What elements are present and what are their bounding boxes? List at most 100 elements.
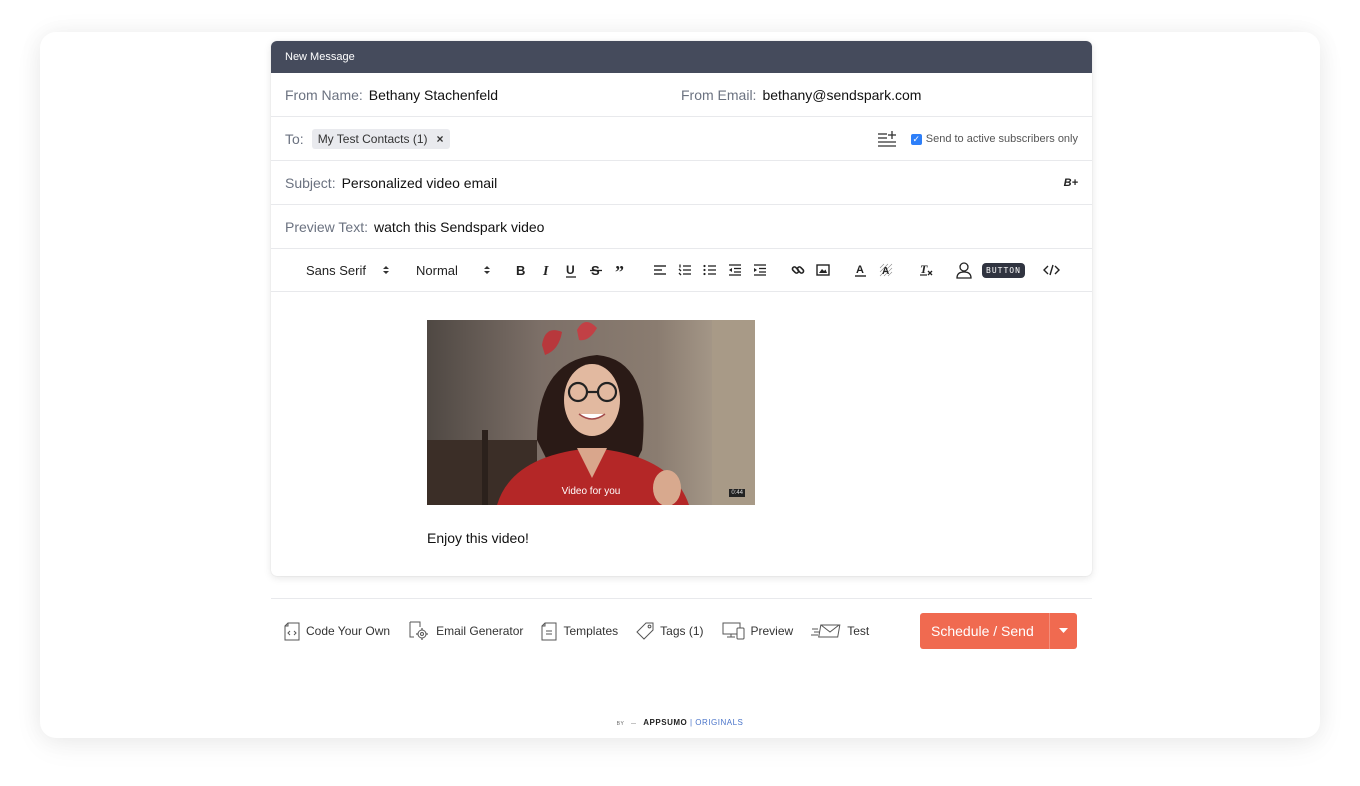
indent-icon (754, 264, 766, 276)
insert-link-button[interactable] (791, 249, 805, 291)
message-composer: New Message From Name: Bethany Stachenfe… (271, 41, 1092, 576)
personalize-button[interactable]: B+ (1064, 177, 1078, 189)
user-icon (956, 261, 972, 279)
bullet-list-button[interactable] (703, 249, 717, 291)
test-label: Test (847, 624, 870, 638)
template-icon (541, 622, 557, 640)
document-gear-icon (409, 621, 429, 640)
preview-text-label: Preview Text: (285, 218, 368, 235)
recipient-chip-label: My Test Contacts (1) (317, 131, 428, 146)
clear-format-icon: T (920, 263, 933, 276)
window-title: New Message (271, 41, 1092, 73)
test-button[interactable]: Test (811, 624, 869, 638)
caret-down-icon (1059, 628, 1068, 633)
from-email-label: From Email: (681, 86, 757, 103)
code-file-icon (284, 622, 300, 640)
align-left-icon (654, 265, 666, 275)
email-body-text[interactable]: Enjoy this video! (427, 530, 529, 546)
video-duration: 0:44 (729, 489, 745, 497)
to-options: ✓ Send to active subscribers only (877, 117, 1078, 161)
svg-text:A: A (856, 264, 864, 276)
footer-branding: BY — APPSUMO | ORIGINALS (0, 718, 1360, 727)
tag-icon (636, 622, 654, 640)
from-row: From Name: Bethany Stachenfeld From Emai… (271, 73, 1092, 117)
ordered-list-icon (678, 264, 691, 276)
link-icon (791, 266, 805, 274)
clear-format-button[interactable]: T (919, 249, 933, 291)
font-family-value: Sans Serif (306, 262, 366, 278)
footer-dash: — (631, 721, 637, 727)
text-color-icon: A (855, 264, 866, 277)
from-name-label: From Name: (285, 86, 363, 103)
svg-text:T: T (920, 263, 928, 276)
button-label: BUTTON (982, 262, 1025, 278)
align-button[interactable] (653, 249, 667, 291)
svg-text:U: U (566, 263, 575, 277)
underline-icon: U (566, 263, 576, 278)
bold-icon: B (516, 263, 525, 277)
video-thumbnail[interactable]: Video for you 0:44 (427, 320, 755, 505)
insert-button-button[interactable]: BUTTON (982, 249, 1025, 291)
composer-actions: Code Your Own Email Generator Templates … (284, 613, 887, 649)
subject-row: Subject: Personalized video email B+ (271, 161, 1092, 205)
strikethrough-button[interactable]: S (590, 249, 602, 291)
from-name-field[interactable]: From Name: Bethany Stachenfeld (285, 87, 681, 103)
font-family-select[interactable]: Sans Serif (306, 249, 390, 291)
ordered-list-button[interactable] (678, 249, 692, 291)
schedule-send-button[interactable]: Schedule / Send (920, 613, 1077, 649)
to-label: To: (285, 130, 304, 147)
subject-input[interactable]: Personalized video email (342, 175, 498, 191)
message-body-editor[interactable]: Video for you 0:44 Enjoy this video! (271, 292, 1092, 576)
from-email-field[interactable]: From Email: bethany@sendspark.com (681, 87, 1077, 103)
highlight-color-icon: A (879, 263, 893, 277)
active-subscribers-checkbox[interactable]: ✓ (910, 133, 922, 145)
quote-icon: ” (615, 263, 624, 277)
text-color-button[interactable]: A (854, 249, 867, 291)
code-your-own-button[interactable]: Code Your Own (284, 622, 390, 641)
code-icon (1043, 264, 1060, 276)
blockquote-button[interactable]: ” (615, 249, 628, 291)
add-list-icon[interactable] (877, 129, 897, 149)
originals-text: ORIGINALS (695, 718, 744, 727)
tags-button[interactable]: Tags (1) (636, 622, 704, 640)
image-icon (816, 264, 830, 276)
svg-text:B: B (516, 263, 525, 277)
send-options-dropdown[interactable] (1049, 613, 1077, 649)
personalize-field-button[interactable] (956, 249, 972, 291)
background-color-button[interactable]: A (879, 249, 893, 291)
to-row: To: My Test Contacts (1) × ✓ Send to act… (271, 117, 1092, 161)
preview-label: Preview (750, 624, 794, 638)
remove-recipient-icon[interactable]: × (437, 132, 444, 146)
subject-label: Subject: (285, 174, 336, 191)
email-generator-button[interactable]: Email Generator (408, 621, 523, 641)
select-arrows-icon (483, 266, 490, 274)
footer-by: BY (616, 721, 625, 727)
font-size-value: Normal (416, 262, 458, 278)
footer-separator: | (689, 718, 693, 727)
bold-button[interactable]: B (515, 249, 527, 291)
preview-button[interactable]: Preview (722, 622, 794, 640)
italic-button[interactable]: I (541, 249, 553, 291)
editor-toolbar: Sans Serif Normal B I U S ” (271, 249, 1092, 292)
outdent-button[interactable] (728, 249, 742, 291)
video-caption: Video for you (561, 486, 621, 497)
code-view-button[interactable] (1043, 249, 1060, 291)
underline-button[interactable]: U (565, 249, 578, 291)
active-subscribers-label: Send to active subscribers only (925, 133, 1078, 145)
schedule-send-label[interactable]: Schedule / Send (920, 623, 1049, 639)
strikethrough-icon: S (590, 263, 602, 277)
recipient-chip[interactable]: My Test Contacts (1) × (311, 128, 450, 149)
from-name-value[interactable]: Bethany Stachenfeld (369, 87, 498, 103)
appsumo-logo-text: APPSUMO (643, 718, 688, 727)
preview-text-input[interactable]: watch this Sendspark video (374, 219, 544, 235)
from-email-value[interactable]: bethany@sendspark.com (762, 87, 921, 103)
outdent-icon (729, 264, 741, 276)
bullet-list-icon (703, 264, 716, 276)
actions-divider (271, 598, 1092, 599)
italic-icon: I (542, 264, 549, 277)
indent-button[interactable] (753, 249, 767, 291)
font-size-select[interactable]: Normal (416, 249, 491, 291)
insert-image-button[interactable] (816, 249, 830, 291)
tags-label: Tags (1) (660, 624, 704, 638)
templates-button[interactable]: Templates (541, 622, 618, 641)
